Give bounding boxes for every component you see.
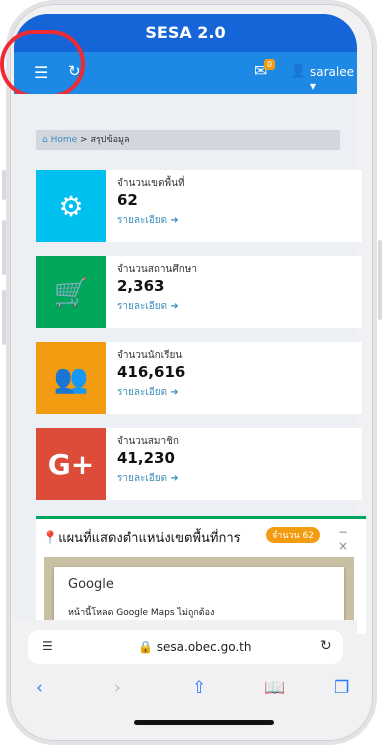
map-title: 📍แผนที่แสดงตำแหน่งเขตพื้นที่การ: [42, 531, 241, 546]
gear-icon: ⚙: [36, 170, 106, 242]
google-label: Google: [68, 577, 114, 592]
card-label: จำนวนสถานศึกษา: [117, 264, 197, 275]
card-value: 416,616: [117, 363, 186, 381]
map-count-badge: จำนวน 62: [266, 527, 320, 543]
users-icon: 👥: [36, 342, 106, 414]
google-plus-icon: G+: [36, 428, 106, 500]
highlight-circle: [0, 30, 85, 98]
map-box: 📍แผนที่แสดงตำแหน่งเขตพื้นที่การ จำนวน 62…: [36, 516, 366, 637]
home-indicator: [134, 720, 274, 725]
address-bar[interactable]: ☰ 🔒 sesa.obec.go.th ↻: [28, 630, 343, 664]
phone-button: [2, 220, 6, 275]
details-link[interactable]: รายละเอียด ➜: [117, 471, 179, 486]
cart-icon: 🛒: [36, 256, 106, 328]
card-value: 2,363: [117, 277, 165, 295]
tabs-icon[interactable]: ☰: [42, 639, 53, 653]
card-label: จำนวนสมาชิก: [117, 436, 179, 447]
breadcrumb-home[interactable]: ⌂ Home: [42, 135, 77, 145]
app-title: SESA 2.0: [145, 23, 226, 42]
phone-button: [2, 290, 6, 345]
card-value: 62: [117, 191, 138, 209]
stat-card-members: G+ จำนวนสมาชิก 41,230 รายละเอียด ➜: [36, 428, 362, 500]
minimize-icon[interactable]: −: [338, 525, 348, 539]
details-link[interactable]: รายละเอียด ➜: [117, 385, 179, 400]
breadcrumb-separator: >: [80, 135, 88, 145]
phone-button: [378, 240, 382, 320]
details-link[interactable]: รายละเอียด ➜: [117, 213, 179, 228]
main-content: ⌂ Home > สรุปข้อมูล ⚙ จำนวนเขตพื้นที่ 62…: [14, 94, 366, 637]
reload-icon[interactable]: ↻: [320, 638, 332, 654]
maps-error-message: หน้านี้โหลด Google Maps ไม่ถูกต้อง: [68, 608, 215, 618]
stat-card-students: 👥 จำนวนนักเรียน 416,616 รายละเอียด ➜: [36, 342, 362, 414]
safari-bottom-bar: ☰ 🔒 sesa.obec.go.th ↻ ‹ › ⇧ 📖 ❐: [14, 620, 357, 730]
phone-button: [2, 170, 6, 200]
user-icon[interactable]: 👤: [290, 64, 306, 79]
tabs-overview-icon[interactable]: ❐: [334, 678, 349, 698]
card-value: 41,230: [117, 449, 175, 467]
bookmarks-icon[interactable]: 📖: [264, 678, 285, 698]
details-link[interactable]: รายละเอียด ➜: [117, 299, 179, 314]
stat-card-districts: ⚙ จำนวนเขตพื้นที่ 62 รายละเอียด ➜: [36, 170, 362, 242]
breadcrumb: ⌂ Home > สรุปข้อมูล: [36, 130, 340, 150]
breadcrumb-current: สรุปข้อมูล: [90, 135, 130, 145]
share-icon[interactable]: ⇧: [192, 678, 206, 698]
card-label: จำนวนนักเรียน: [117, 350, 183, 361]
mail-badge: 0: [264, 59, 276, 70]
stat-card-schools: 🛒 จำนวนสถานศึกษา 2,363 รายละเอียด ➜: [36, 256, 362, 328]
card-label: จำนวนเขตพื้นที่: [117, 178, 185, 189]
close-icon[interactable]: ×: [338, 539, 348, 553]
url-text[interactable]: 🔒 sesa.obec.go.th: [138, 640, 251, 654]
username[interactable]: saralee ▾: [310, 65, 357, 93]
back-icon[interactable]: ‹: [36, 678, 43, 698]
map-controls: − ×: [338, 525, 366, 553]
forward-icon[interactable]: ›: [114, 678, 121, 698]
